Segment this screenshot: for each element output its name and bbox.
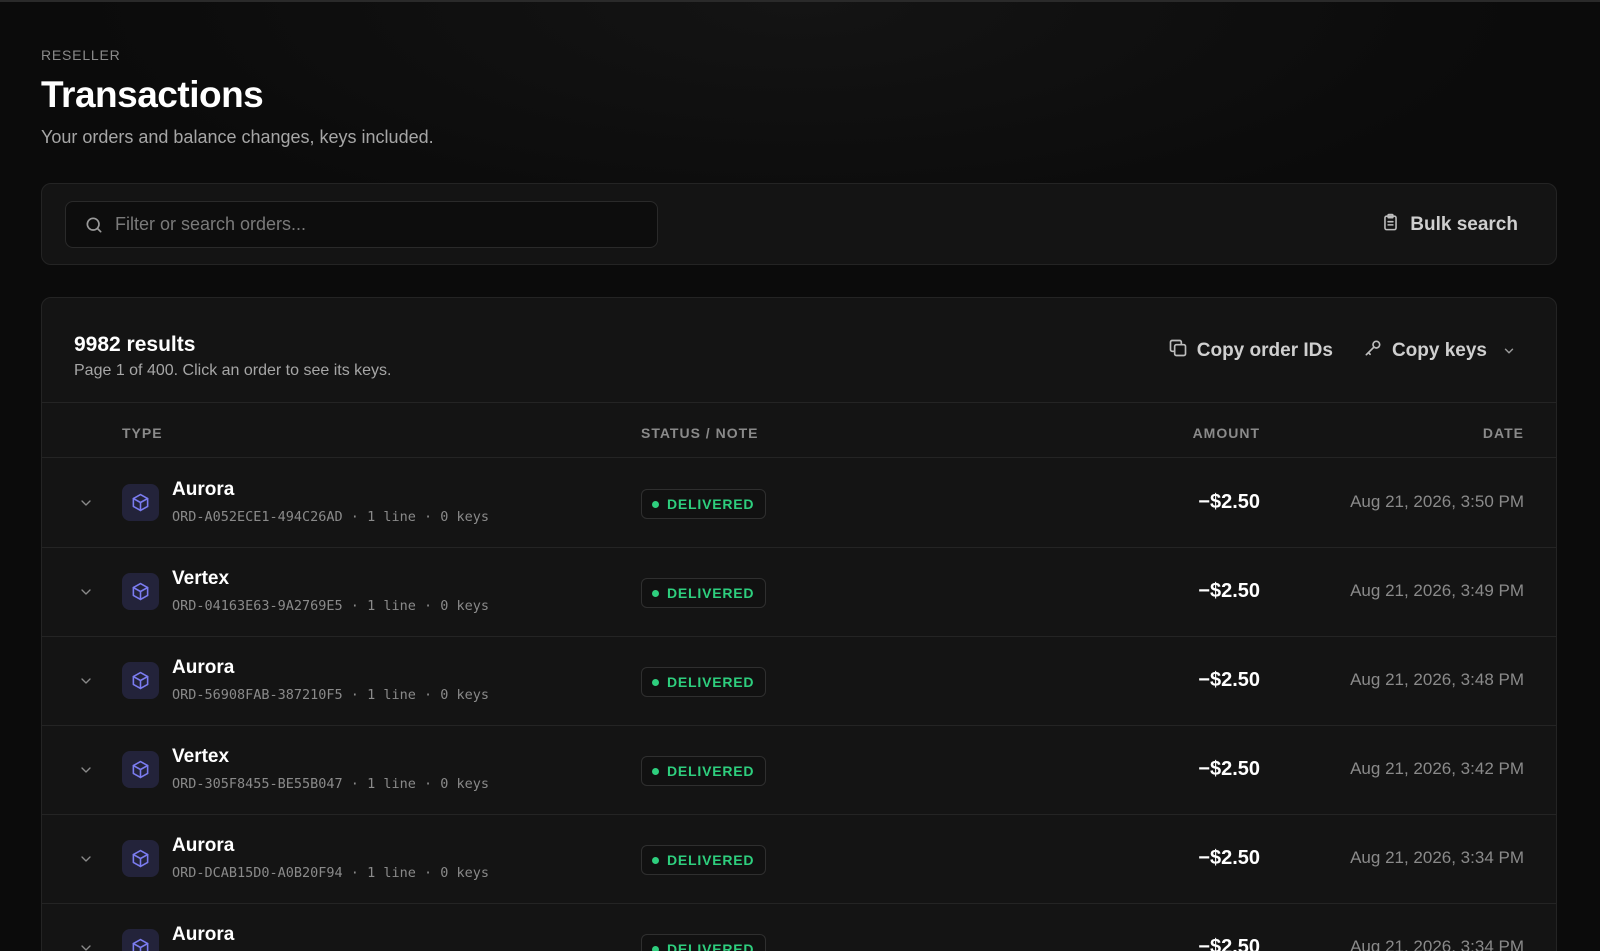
- table-row[interactable]: Aurora ORD-56908FAB-387210F5 · 1 line · …: [42, 637, 1556, 726]
- table-row[interactable]: Vertex ORD-305F8455-BE55B047 · 1 line · …: [42, 726, 1556, 815]
- product-name: Aurora: [172, 479, 235, 500]
- status-label: DELIVERED: [667, 941, 755, 951]
- amount: −$2.50: [1198, 580, 1260, 602]
- top-border: [0, 0, 1600, 2]
- status-badge: DELIVERED: [641, 756, 767, 786]
- order-meta: ORD-DCAB15D0-A0B20F94 · 1 line · 0 keys: [172, 865, 489, 881]
- column-header-status: STATUS / NOTE: [641, 425, 759, 441]
- status-label: DELIVERED: [667, 496, 755, 512]
- product-name: Aurora: [172, 657, 235, 678]
- date: Aug 21, 2026, 3:42 PM: [1350, 759, 1524, 778]
- copy-keys-label: Copy keys: [1391, 340, 1487, 361]
- table-row[interactable]: Aurora DELIVERED −$2.50 Aug 21, 2026, 3:…: [42, 904, 1556, 951]
- chevron-down-icon[interactable]: [76, 938, 96, 951]
- results-actions: Copy order IDs Copy keys: [1168, 334, 1516, 368]
- table-row[interactable]: Aurora ORD-DCAB15D0-A0B20F94 · 1 line · …: [42, 815, 1556, 904]
- transactions-list: Aurora ORD-A052ECE1-494C26AD · 1 line · …: [42, 459, 1556, 951]
- chevron-down-icon[interactable]: [76, 582, 96, 602]
- search-icon: [83, 214, 105, 236]
- package-icon: [122, 751, 159, 788]
- date: Aug 21, 2026, 3:48 PM: [1350, 670, 1524, 689]
- copy-keys-button[interactable]: Copy keys: [1363, 334, 1516, 368]
- page-subtitle: Your orders and balance changes, keys in…: [41, 127, 434, 147]
- amount: −$2.50: [1198, 847, 1260, 869]
- table-row[interactable]: Vertex ORD-04163E63-9A2769E5 · 1 line · …: [42, 548, 1556, 637]
- chevron-down-icon[interactable]: [76, 760, 96, 780]
- status-badge: DELIVERED: [641, 845, 767, 875]
- product-name: Vertex: [172, 746, 230, 767]
- copy-order-ids-label: Copy order IDs: [1196, 340, 1333, 361]
- package-icon: [122, 662, 159, 699]
- results-page-info: Page 1 of 400. Click an order to see its…: [74, 362, 392, 379]
- product-name: Aurora: [172, 924, 235, 945]
- package-icon: [122, 573, 159, 610]
- amount: −$2.50: [1198, 669, 1260, 691]
- status-label: DELIVERED: [667, 852, 755, 868]
- status-dot: [652, 945, 659, 951]
- chevron-down-icon[interactable]: [76, 493, 96, 513]
- status-label: DELIVERED: [667, 585, 755, 601]
- key-icon: [1363, 338, 1383, 364]
- order-meta: ORD-A052ECE1-494C26AD · 1 line · 0 keys: [172, 509, 489, 525]
- status-dot: [652, 767, 659, 775]
- status-dot: [652, 589, 659, 597]
- date: Aug 21, 2026, 3:50 PM: [1350, 492, 1524, 511]
- clipboard-icon: [1381, 213, 1400, 238]
- column-header-date: DATE: [1482, 425, 1524, 441]
- status-badge: DELIVERED: [641, 934, 767, 951]
- table-row[interactable]: Aurora ORD-A052ECE1-494C26AD · 1 line · …: [42, 459, 1556, 548]
- results-panel: 9982 results Page 1 of 400. Click an ord…: [41, 297, 1557, 951]
- date: Aug 21, 2026, 3:34 PM: [1350, 937, 1524, 951]
- package-icon: [122, 484, 159, 521]
- product-name: Vertex: [172, 568, 230, 589]
- order-meta: ORD-04163E63-9A2769E5 · 1 line · 0 keys: [172, 598, 489, 614]
- search-input[interactable]: [115, 214, 635, 235]
- package-icon: [122, 929, 159, 951]
- status-label: DELIVERED: [667, 674, 755, 690]
- status-badge: DELIVERED: [641, 489, 767, 519]
- package-icon: [122, 840, 159, 877]
- column-header-amount: AMOUNT: [1192, 425, 1260, 441]
- table-header: TYPE STATUS / NOTE AMOUNT DATE: [42, 404, 1556, 458]
- product-name: Aurora: [172, 835, 235, 856]
- order-meta: ORD-56908FAB-387210F5 · 1 line · 0 keys: [172, 687, 489, 703]
- section-eyebrow: RESELLER: [41, 47, 121, 63]
- bulk-search-label: Bulk search: [1410, 214, 1518, 235]
- order-meta: ORD-305F8455-BE55B047 · 1 line · 0 keys: [172, 776, 489, 792]
- date: Aug 21, 2026, 3:49 PM: [1350, 581, 1524, 600]
- status-dot: [652, 856, 659, 864]
- column-header-type: TYPE: [122, 425, 163, 441]
- chevron-down-icon: [1502, 344, 1516, 358]
- results-count: 9982 results: [74, 333, 196, 356]
- chevron-down-icon[interactable]: [76, 671, 96, 691]
- status-dot: [652, 678, 659, 686]
- search-panel: Bulk search: [41, 183, 1557, 265]
- amount: −$2.50: [1198, 491, 1260, 513]
- status-badge: DELIVERED: [641, 667, 767, 697]
- amount: −$2.50: [1198, 758, 1260, 780]
- bulk-search-button[interactable]: Bulk search: [1366, 204, 1533, 246]
- page-title: Transactions: [41, 74, 264, 115]
- copy-order-ids-button[interactable]: Copy order IDs: [1168, 334, 1333, 368]
- status-dot: [652, 500, 659, 508]
- search-box[interactable]: [65, 201, 658, 248]
- chevron-down-icon[interactable]: [76, 849, 96, 869]
- date: Aug 21, 2026, 3:34 PM: [1350, 848, 1524, 867]
- copy-icon: [1168, 338, 1188, 364]
- results-header: 9982 results Page 1 of 400. Click an ord…: [42, 298, 1556, 403]
- amount: −$2.50: [1198, 936, 1260, 951]
- status-label: DELIVERED: [667, 763, 755, 779]
- status-badge: DELIVERED: [641, 578, 767, 608]
